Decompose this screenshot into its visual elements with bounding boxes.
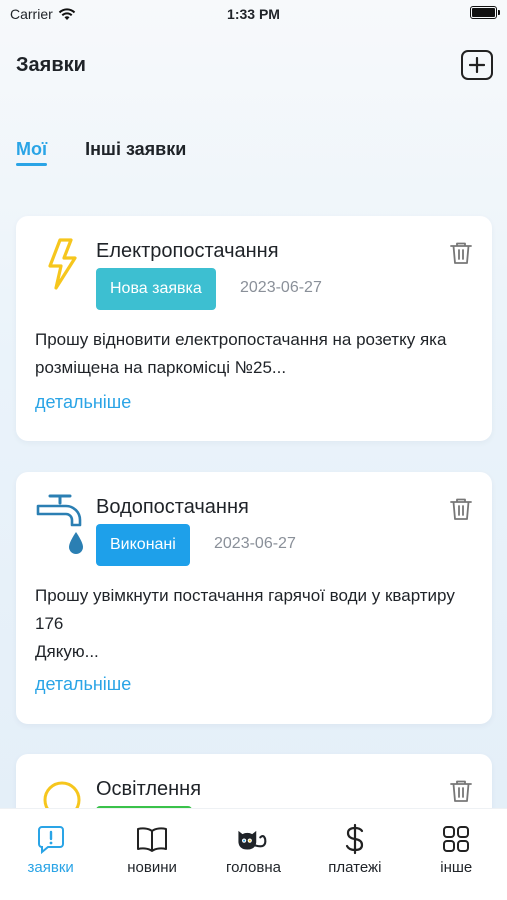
request-card[interactable]: Електропостачання Нова заявка 2023-06-27… xyxy=(16,216,492,441)
delete-button[interactable] xyxy=(448,240,474,266)
tabbar-other[interactable]: інше xyxy=(411,823,501,900)
tabbar-label: заявки xyxy=(27,859,74,876)
status-badge: Виконані xyxy=(96,524,190,566)
request-category: Водопостачання xyxy=(96,496,249,518)
battery-icon xyxy=(470,6,500,19)
request-date: 2023-06-27 xyxy=(240,279,322,296)
trash-icon xyxy=(450,242,472,264)
tabbar-label: платежі xyxy=(328,859,382,876)
delete-button[interactable] xyxy=(448,778,474,804)
book-icon xyxy=(135,823,169,855)
trash-icon xyxy=(450,780,472,802)
tabbar-news[interactable]: новини xyxy=(107,823,197,900)
dollar-icon xyxy=(338,823,372,855)
status-bar: Carrier 1:33 PM xyxy=(0,0,507,30)
grid-icon xyxy=(439,823,473,855)
tabbar-requests[interactable]: заявки xyxy=(6,823,96,900)
clock: 1:33 PM xyxy=(227,6,280,22)
request-description: Прошу увімкнути постачання гарячої води … xyxy=(35,586,455,661)
tabbar-home[interactable]: головна xyxy=(208,823,298,900)
trash-icon xyxy=(450,498,472,520)
tabbar-label: головна xyxy=(225,859,281,876)
delete-button[interactable] xyxy=(448,496,474,522)
tab-other-requests[interactable]: Інші заявки xyxy=(85,136,186,166)
bottom-tab-bar: заявки новини головна платежі інше xyxy=(0,808,507,900)
tabs: Мої Інші заявки xyxy=(16,136,186,170)
plus-icon xyxy=(469,57,485,73)
lightning-icon xyxy=(36,238,88,298)
add-request-button[interactable] xyxy=(461,50,493,80)
request-card[interactable]: Водопостачання Виконані 2023-06-27 Прошу… xyxy=(16,472,492,724)
tabbar-payments[interactable]: платежі xyxy=(310,823,400,900)
request-category: Електропостачання xyxy=(96,240,279,262)
tab-my[interactable]: Мої xyxy=(16,136,48,166)
request-chat-icon xyxy=(34,823,68,855)
tabbar-label: інше xyxy=(440,859,473,876)
details-link[interactable]: детальніше xyxy=(35,674,131,695)
cat-home-icon xyxy=(236,823,270,855)
tabbar-label: новини xyxy=(127,859,177,876)
header: Заявки xyxy=(0,40,507,90)
request-category: Освітлення xyxy=(96,778,202,800)
details-link[interactable]: детальніше xyxy=(35,392,131,413)
water-tap-icon xyxy=(36,492,88,554)
page-title: Заявки xyxy=(16,54,86,76)
request-description: Прошу відновити електропостачання на роз… xyxy=(35,330,447,377)
request-date: 2023-06-27 xyxy=(214,535,296,552)
status-badge: Нова заявка xyxy=(96,268,216,310)
